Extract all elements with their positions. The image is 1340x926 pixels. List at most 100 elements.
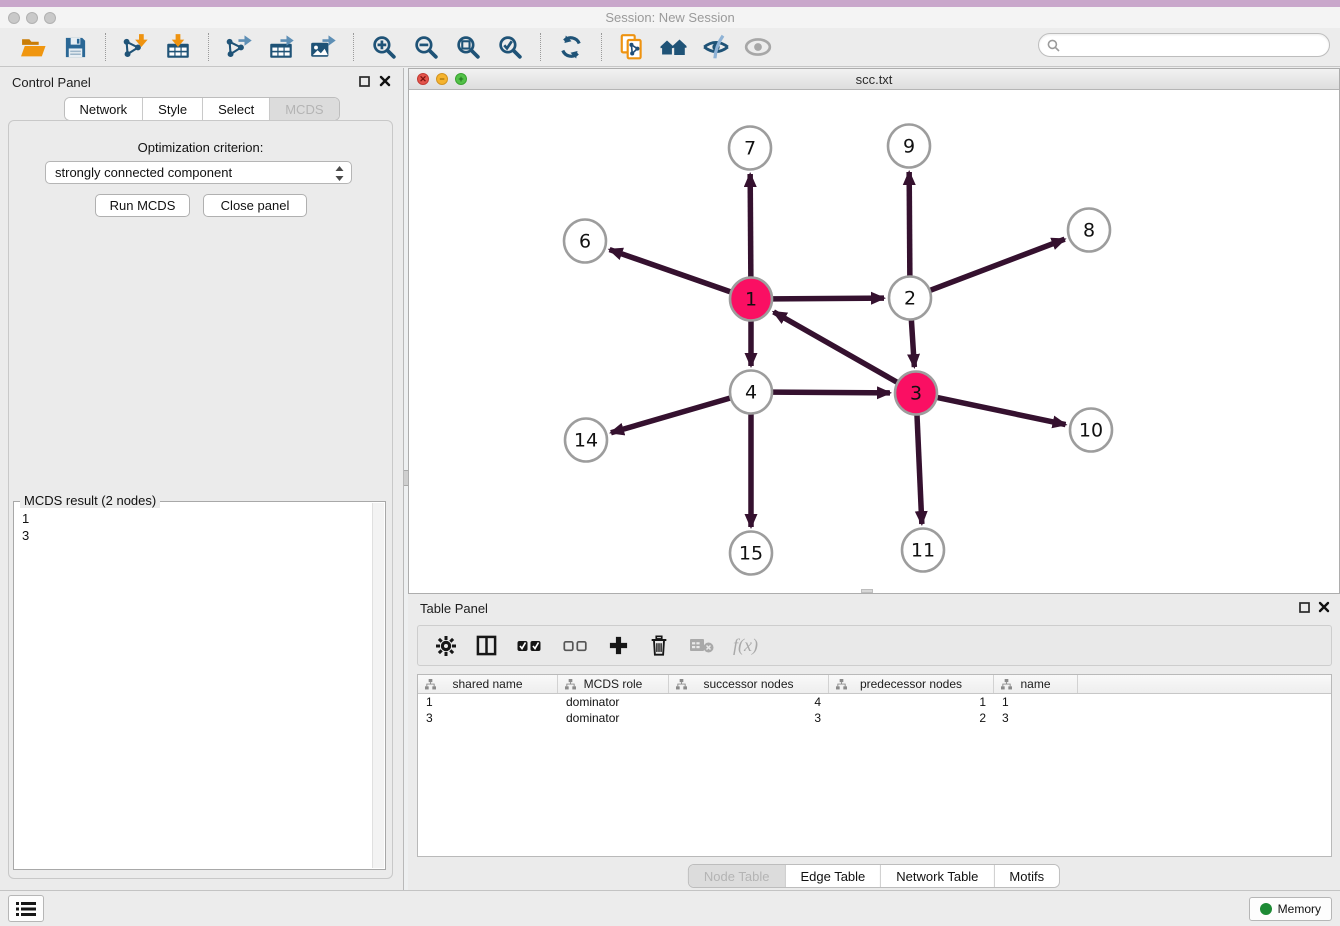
export-table-icon[interactable]: [265, 32, 297, 62]
network-window: ✕ − + scc.txt 7 9 6 8 1 2 4 3 14 10 15 11: [408, 68, 1340, 594]
tab-motifs[interactable]: Motifs: [994, 865, 1059, 887]
delete-table-icon[interactable]: [689, 633, 714, 659]
table-cell[interactable]: 1: [829, 694, 994, 710]
memory-button[interactable]: Memory: [1249, 897, 1332, 921]
table-row[interactable]: 1dominator411: [418, 694, 1331, 710]
import-network-icon[interactable]: [120, 32, 152, 62]
network-graph[interactable]: 7 9 6 8 1 2 4 3 14 10 15 11: [409, 90, 1339, 593]
edge-2-3[interactable]: [911, 320, 914, 367]
create-column-icon[interactable]: [608, 633, 629, 659]
save-session-icon[interactable]: [59, 32, 91, 62]
node-14[interactable]: 14: [565, 419, 607, 462]
tab-select[interactable]: Select: [203, 98, 270, 120]
apply-function-icon[interactable]: f(x): [733, 633, 758, 659]
mcds-result-scrollbar[interactable]: [372, 503, 384, 868]
search-field[interactable]: [1038, 33, 1330, 57]
task-history-button[interactable]: [8, 895, 44, 922]
table-cell[interactable]: 1: [418, 694, 558, 710]
edge-3-10[interactable]: [938, 398, 1066, 425]
edge-1-7[interactable]: [750, 174, 751, 277]
edge-4-14[interactable]: [611, 398, 730, 433]
zoom-selected-icon[interactable]: [494, 32, 526, 62]
zoom-in-icon[interactable]: [368, 32, 400, 62]
edge-1-2[interactable]: [773, 298, 884, 299]
tab-node-table[interactable]: Node Table: [689, 865, 786, 887]
node-15[interactable]: 15: [730, 532, 772, 575]
edge-3-11[interactable]: [917, 415, 922, 524]
network-canvas[interactable]: 7 9 6 8 1 2 4 3 14 10 15 11: [409, 90, 1339, 593]
edge-3-1[interactable]: [774, 312, 897, 382]
node-7[interactable]: 7: [729, 127, 771, 170]
table-cell[interactable]: 4: [669, 694, 829, 710]
stepper-icon: [335, 166, 344, 181]
table-cell[interactable]: dominator: [558, 694, 669, 710]
edge-1-6[interactable]: [610, 250, 731, 292]
node-4[interactable]: 4: [730, 371, 772, 414]
zoom-fit-icon[interactable]: [452, 32, 484, 62]
column-header-successor-nodes[interactable]: successor nodes: [669, 675, 829, 693]
select-all-icon[interactable]: [516, 633, 543, 659]
open-session-icon[interactable]: [17, 32, 49, 62]
canvas-resize-grip[interactable]: [861, 589, 873, 593]
show-column-panel-icon[interactable]: [476, 633, 497, 659]
tab-edge-table[interactable]: Edge Table: [785, 865, 881, 887]
close-panel-icon[interactable]: [379, 75, 391, 87]
float-panel-icon[interactable]: [359, 76, 370, 87]
hide-selected-icon[interactable]: [700, 32, 732, 62]
node-6[interactable]: 6: [564, 220, 606, 263]
export-image-icon[interactable]: [307, 32, 339, 62]
import-table-icon[interactable]: [162, 32, 194, 62]
table-cell[interactable]: 1: [994, 694, 1078, 710]
tab-network[interactable]: Network: [64, 98, 143, 120]
node-9[interactable]: 9: [888, 125, 930, 168]
delete-columns-icon[interactable]: [648, 633, 670, 659]
node-2[interactable]: 2: [889, 277, 931, 320]
deselect-all-icon[interactable]: [562, 633, 589, 659]
search-input[interactable]: [1060, 36, 1329, 54]
table-cell[interactable]: 2: [829, 710, 994, 726]
tab-mcds[interactable]: MCDS: [270, 98, 338, 120]
criterion-select[interactable]: strongly connected component: [45, 161, 352, 184]
table-panel: Table Panel f(x) shared nameMCDS rolesuc…: [408, 594, 1340, 891]
table-cell[interactable]: 3: [418, 710, 558, 726]
first-neighbors-icon[interactable]: [658, 32, 690, 62]
close-table-panel-icon[interactable]: [1318, 601, 1330, 613]
table-cell[interactable]: 3: [669, 710, 829, 726]
tab-network-table[interactable]: Network Table: [881, 865, 994, 887]
node-10[interactable]: 10: [1070, 409, 1112, 452]
float-table-panel-icon[interactable]: [1299, 602, 1310, 613]
run-mcds-button[interactable]: Run MCDS: [95, 194, 190, 217]
table-cell[interactable]: dominator: [558, 710, 669, 726]
edge-4-3[interactable]: [773, 392, 890, 393]
table-mode-icon[interactable]: [435, 633, 457, 659]
table-cell[interactable]: 3: [994, 710, 1078, 726]
network-window-titlebar: ✕ − + scc.txt: [409, 69, 1339, 90]
node-11[interactable]: 11: [902, 529, 944, 572]
toolbar-separator: [353, 33, 354, 61]
window-accent-strip: [0, 0, 1340, 7]
tab-style[interactable]: Style: [143, 98, 203, 120]
apply-layout-icon[interactable]: [555, 32, 587, 62]
new-network-from-selection-icon[interactable]: [616, 32, 648, 62]
column-header-mcds-role[interactable]: MCDS role: [558, 675, 669, 693]
main-area: Control Panel NetworkStyleSelectMCDS Opt…: [0, 68, 1340, 890]
node-3[interactable]: 3: [895, 372, 937, 415]
node-label-2: 2: [904, 288, 916, 310]
column-header-predecessor-nodes[interactable]: predecessor nodes: [829, 675, 994, 693]
column-header-shared-name[interactable]: shared name: [418, 675, 558, 693]
node-label-8: 8: [1083, 220, 1095, 242]
zoom-out-icon[interactable]: [410, 32, 442, 62]
table-row[interactable]: 3dominator323: [418, 710, 1331, 726]
mcds-result-node: 1: [22, 510, 377, 527]
mcds-result-list[interactable]: 13: [14, 502, 385, 544]
column-header-name[interactable]: name: [994, 675, 1078, 693]
show-all-icon[interactable]: [742, 32, 774, 62]
close-panel-button[interactable]: Close panel: [203, 194, 307, 217]
export-network-icon[interactable]: [223, 32, 255, 62]
toolbar-separator: [601, 33, 602, 61]
node-8[interactable]: 8: [1068, 209, 1110, 252]
control-panel-title: Control Panel: [12, 75, 91, 90]
edge-2-8[interactable]: [931, 239, 1065, 290]
node-1[interactable]: 1: [730, 278, 772, 321]
edge-2-9[interactable]: [909, 172, 910, 276]
